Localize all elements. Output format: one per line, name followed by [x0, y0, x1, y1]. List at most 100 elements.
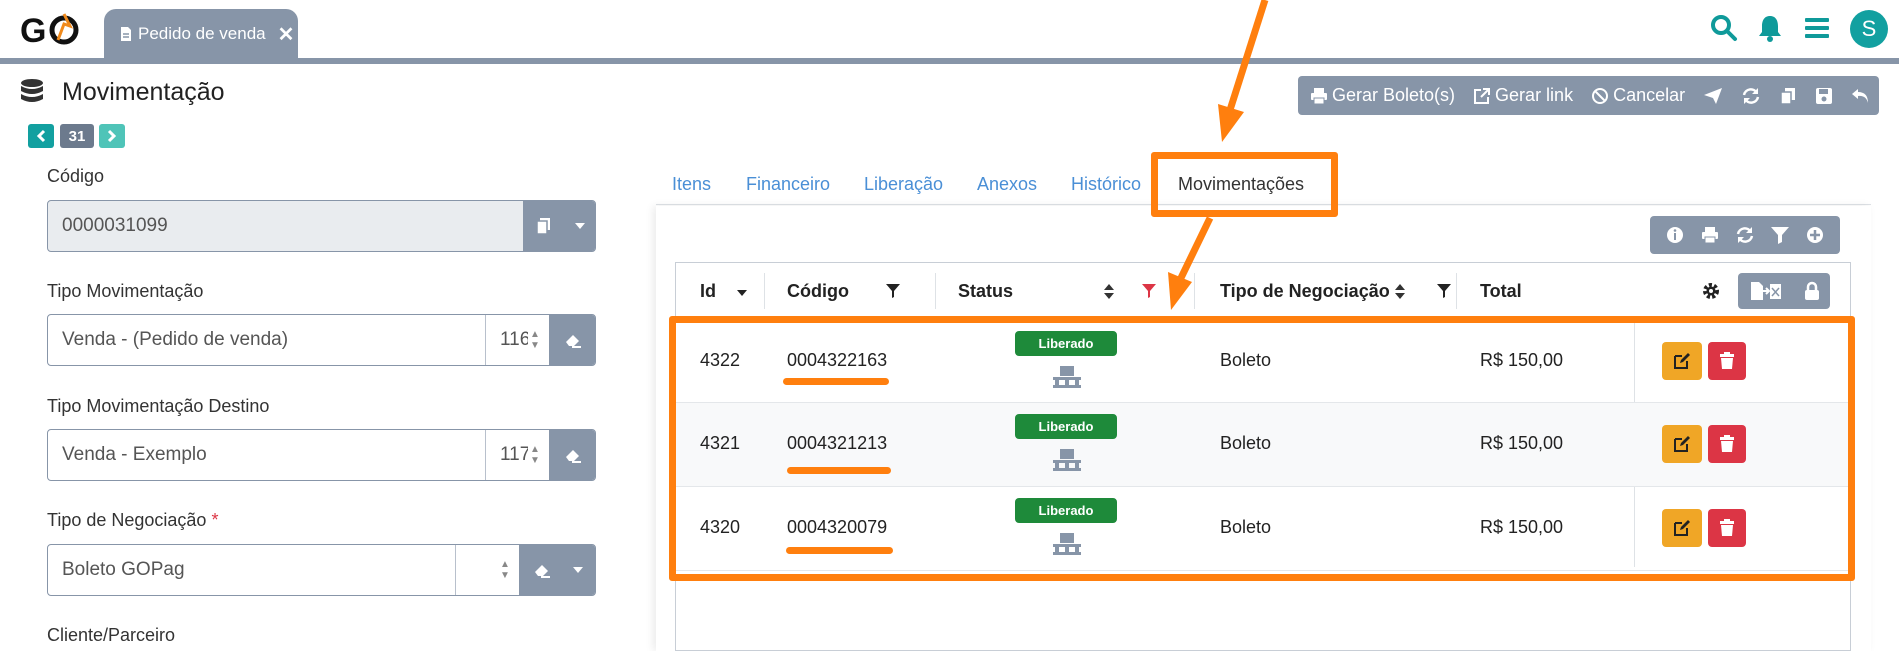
tipo-negociacao-field[interactable]: Boleto GOPag ▲ ▼ [47, 544, 596, 596]
column-header-status[interactable]: Status [958, 263, 1013, 319]
tipo-movimentacao-field[interactable]: Venda - (Pedido de venda) 116 ▲ ▼ [47, 314, 596, 366]
action-toolbar: Gerar Boleto(s) Gerar link Cancelar [1298, 76, 1879, 115]
spinner-icon[interactable]: ▲ ▼ [530, 444, 540, 466]
external-link-icon [1474, 87, 1491, 104]
gerar-link-button[interactable]: Gerar link [1473, 85, 1573, 106]
filter-icon[interactable] [1436, 283, 1452, 299]
print-icon[interactable] [1700, 225, 1720, 245]
copy-icon [536, 218, 550, 235]
column-separator [764, 273, 765, 309]
file-icon [120, 26, 132, 42]
gear-icon[interactable] [1702, 282, 1720, 300]
column-header-total-label: Total [1480, 281, 1522, 301]
gerar-boleto-label: Gerar Boleto(s) [1332, 85, 1456, 105]
codigo-label: Código [47, 166, 105, 186]
clear-button[interactable] [549, 315, 595, 365]
tipo-negociacao-value: Boleto GOPag [62, 559, 185, 580]
previous-record-button[interactable] [28, 124, 54, 148]
caret-down-icon [573, 567, 583, 573]
annotation-underline [786, 547, 893, 554]
avatar[interactable]: S [1850, 10, 1888, 48]
gerar-link-label: Gerar link [1495, 85, 1574, 105]
column-header-id[interactable]: Id [700, 263, 716, 319]
sort-icon[interactable] [1103, 283, 1115, 300]
tipo-movimentacao-destino-label: Tipo Movimentação Destino [47, 396, 270, 416]
eraser-icon [535, 565, 550, 578]
next-record-button[interactable] [99, 124, 125, 148]
app-logo[interactable]: G [20, 10, 84, 50]
tipo-negociacao-label: Tipo de Negociação * [47, 510, 218, 531]
lock-icon[interactable] [1804, 281, 1820, 301]
top-bar: G Pedido de venda ✕ S [0, 0, 1899, 59]
spinner-icon[interactable]: ▲ ▼ [500, 559, 510, 581]
tipo-movimentacao-destino-number-value: 117 [500, 444, 528, 465]
column-header-status-label: Status [958, 281, 1014, 301]
column-header-codigo[interactable]: Código [787, 263, 849, 319]
cancelar-button[interactable]: Cancelar [1591, 85, 1685, 106]
logo-mark: G [20, 12, 79, 50]
tipo-movimentacao-value: Venda - (Pedido de venda) [62, 329, 289, 350]
print-icon [1311, 87, 1327, 104]
page-title: Movimentação [62, 78, 225, 106]
copy-dropdown-button[interactable] [523, 201, 595, 251]
grid-header-tools [1738, 273, 1830, 309]
menu-icon[interactable] [1804, 14, 1832, 42]
tab-liberacao[interactable]: Liberação [864, 174, 943, 195]
required-mark: * [211, 510, 219, 530]
tipo-movimentacao-number-value: 116 [500, 329, 528, 350]
caret-down-icon [575, 223, 585, 229]
column-header-id-label: Id [700, 281, 716, 301]
spinner-icon[interactable]: ▲ ▼ [530, 329, 540, 351]
record-number: 31 [60, 124, 94, 148]
topbar-divider [0, 58, 1899, 64]
refresh-icon[interactable] [1735, 225, 1755, 245]
copy-icon[interactable] [1779, 87, 1797, 105]
tab-itens[interactable]: Itens [672, 174, 711, 195]
bell-icon[interactable] [1757, 14, 1785, 42]
cancelar-label: Cancelar [1613, 85, 1686, 105]
sort-desc-icon[interactable] [736, 289, 748, 297]
tipo-movimentacao-destino-field[interactable]: Venda - Exemplo 117 ▲ ▼ [47, 429, 596, 481]
tipo-movimentacao-label: Tipo Movimentação [47, 281, 204, 301]
eraser-icon [566, 335, 581, 348]
document-tab[interactable]: Pedido de venda ✕ [104, 9, 298, 59]
refresh-icon[interactable] [1741, 87, 1761, 105]
annotation-arrows [1168, 0, 1269, 310]
codigo-field: 0000031099 [47, 200, 596, 252]
annotation-rows-highlight [669, 316, 1855, 581]
tab-historico[interactable]: Histórico [1071, 174, 1141, 195]
tab-anexos[interactable]: Anexos [977, 174, 1037, 195]
column-separator [935, 273, 936, 309]
send-icon[interactable] [1703, 87, 1723, 105]
eraser-icon [566, 450, 581, 463]
search-icon[interactable] [1710, 14, 1738, 42]
tab-financeiro[interactable]: Financeiro [746, 174, 830, 195]
save-icon[interactable] [1815, 87, 1833, 105]
chevron-left-icon [36, 129, 46, 143]
column-separator [1456, 273, 1457, 309]
plus-circle-icon[interactable] [1805, 225, 1825, 245]
close-icon[interactable]: ✕ [278, 22, 295, 47]
database-icon [18, 78, 46, 108]
undo-icon[interactable] [1851, 87, 1871, 105]
filter-icon[interactable] [1770, 225, 1790, 245]
grid-toolbar [1650, 216, 1840, 254]
chevron-right-icon [107, 129, 117, 143]
annotation-underline [783, 378, 889, 385]
tipo-movimentacao-destino-value: Venda - Exemplo [62, 444, 207, 465]
document-tab-label: Pedido de venda [138, 24, 266, 43]
gerar-boleto-button[interactable]: Gerar Boleto(s) [1310, 85, 1455, 106]
column-header-codigo-label: Código [787, 281, 849, 301]
sort-icon[interactable] [1394, 283, 1406, 300]
info-icon[interactable] [1665, 225, 1685, 245]
clear-dropdown-button[interactable] [519, 545, 595, 595]
codigo-value: 0000031099 [62, 215, 168, 236]
column-header-total[interactable]: Total [1480, 263, 1522, 319]
clear-button[interactable] [549, 430, 595, 480]
export-excel-icon[interactable] [1749, 280, 1783, 302]
annotation-underline [787, 467, 891, 474]
svg-text:G: G [20, 12, 45, 50]
tipo-negociacao-label-text: Tipo de Negociação [47, 510, 207, 530]
ban-icon [1592, 87, 1609, 104]
filter-icon[interactable] [885, 283, 901, 299]
